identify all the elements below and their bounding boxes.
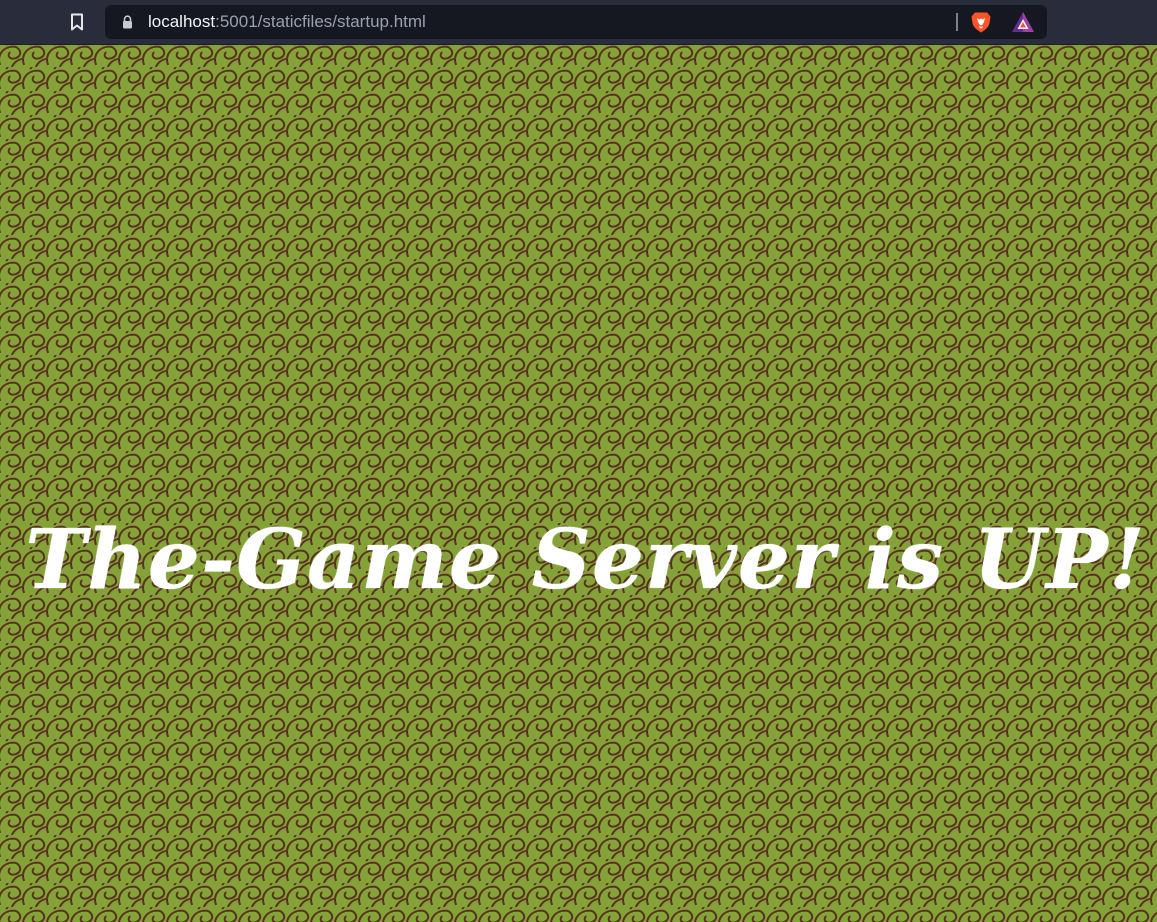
- url-host: localhost: [148, 12, 216, 31]
- address-bar[interactable]: localhost:5001/staticfiles/startup.html: [105, 5, 1047, 39]
- url-path: :5001/staticfiles/startup.html: [215, 12, 426, 31]
- server-status-headline: The-Game Server is UP!: [25, 512, 1146, 608]
- brave-shields-icon[interactable]: [969, 10, 993, 34]
- browser-toolbar: localhost:5001/staticfiles/startup.html: [0, 0, 1157, 45]
- scale-pattern-background: [0, 45, 1157, 922]
- brave-rewards-icon[interactable]: [1011, 11, 1035, 33]
- page-content: The-Game Server is UP!: [0, 45, 1157, 922]
- bookmark-button[interactable]: [62, 8, 92, 36]
- bookmark-icon: [71, 13, 83, 31]
- address-bar-divider: [956, 13, 958, 31]
- lock-icon[interactable]: [121, 15, 134, 29]
- url-text[interactable]: localhost:5001/staticfiles/startup.html: [148, 12, 426, 32]
